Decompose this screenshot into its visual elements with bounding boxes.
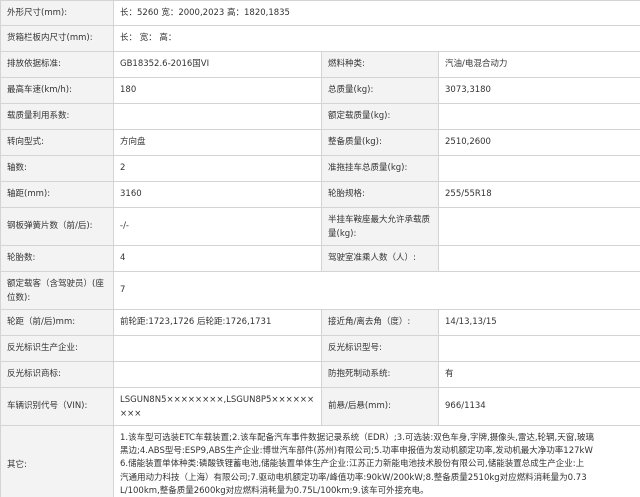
value-max-speed: 180 <box>113 77 322 104</box>
value-saddle-load <box>437 207 640 246</box>
label-reflect-company: 反光标识生产企业: <box>0 335 114 362</box>
row-reflect-brand: 反光标识商标: 防抱死制动系统: 有 <box>0 361 640 388</box>
row-outer-size: 外形尺寸(mm): 长：5260 宽：2000,2023 高：1820,1835 <box>0 0 640 26</box>
value-wheelbase: 3160 <box>113 181 322 208</box>
label-axles: 轴数: <box>0 155 114 182</box>
value-other: 1.该车型可选装ETC车载装置;2.该车配备汽车事件数据记录系统（EDR）;3.… <box>112 425 640 497</box>
row-max-speed: 最高车速(km/h): 180 总质量(kg): 3073,3180 <box>0 77 640 104</box>
label-curb-mass: 整备质量(kg): <box>321 129 439 156</box>
other-line-1: 1.该车型可选装ETC车载装置;2.该车配备汽车事件数据记录系统（EDR）;3.… <box>120 432 594 443</box>
row-tires: 轮胎数: 4 驾驶室准乘人数（人）: <box>0 245 640 272</box>
other-line-2: 黑边;4.ABS型号:ESP9,ABS生产企业:博世汽车部件(苏州)有限公司;5… <box>120 446 593 457</box>
value-approach-angle: 14/13,13/15 <box>437 309 640 336</box>
value-curb-mass: 2510,2600 <box>437 129 640 156</box>
value-trailer-mass <box>437 155 640 182</box>
label-load-util: 载质量利用系数: <box>0 103 114 130</box>
label-trailer-mass: 准拖挂车总质量(kg): <box>321 155 439 182</box>
row-emission: 排放依据标准: GB18352.6-2016国VI 燃料种类: 汽油/电混合动力 <box>0 51 640 78</box>
value-rated-load <box>437 103 640 130</box>
other-line-5: L/100km,整备质量2600kg对应燃料消耗量为0.75L/100km;9.… <box>120 485 429 496</box>
value-steering: 方向盘 <box>113 129 322 156</box>
vehicle-spec-sheet: 外形尺寸(mm): 长：5260 宽：2000,2023 高：1820,1835… <box>0 0 640 497</box>
value-tire-spec: 255/55R18 <box>437 181 640 208</box>
row-wheelbase: 轴距(mm): 3160 轮胎规格: 255/55R18 <box>0 181 640 208</box>
label-tire-count: 轮胎数: <box>0 245 114 272</box>
label-reflect-model: 反光标识型号: <box>321 335 439 362</box>
value-rated-passengers: 7 <box>112 271 640 310</box>
row-steering: 转向型式: 方向盘 整备质量(kg): 2510,2600 <box>0 129 640 156</box>
row-load-util: 载质量利用系数: 额定载质量(kg): <box>0 103 640 130</box>
label-tire-spec: 轮胎规格: <box>321 181 439 208</box>
value-vin: LSGUN8N5××××××××,LSGUN8P5××××××××× <box>113 387 322 426</box>
value-overhang: 966/1134 <box>437 387 640 426</box>
value-axles: 2 <box>113 155 322 182</box>
spec-table: 外形尺寸(mm): 长：5260 宽：2000,2023 高：1820,1835… <box>0 0 640 497</box>
label-approach-angle: 接近角/离去角（度）: <box>321 309 439 336</box>
value-tire-count: 4 <box>113 245 322 272</box>
row-seats: 额定载客（含驾驶员）(座位数): 7 <box>0 271 640 310</box>
value-reflect-model <box>437 335 640 362</box>
label-max-speed: 最高车速(km/h): <box>0 77 114 104</box>
value-reflect-brand <box>113 361 322 388</box>
value-cab-seats <box>437 245 640 272</box>
row-axles: 轴数: 2 准拖挂车总质量(kg): <box>0 155 640 182</box>
other-line-4: 汽通用动力科技（上海）有限公司;7.驱动电机额定功率/峰值功率:90kW/200… <box>120 472 587 483</box>
label-rated-passengers: 额定载客（含驾驶员）(座位数): <box>0 271 114 310</box>
row-other: 其它: 1.该车型可选装ETC车载装置;2.该车配备汽车事件数据记录系统（EDR… <box>0 425 640 497</box>
row-reflect-company: 反光标识生产企业: 反光标识型号: <box>0 335 640 362</box>
label-vin: 车辆识别代号（VIN): <box>0 387 114 426</box>
label-gross-mass: 总质量(kg): <box>321 77 439 104</box>
label-wheelbase: 轴距(mm): <box>0 181 114 208</box>
label-cargo-size: 货箱栏板内尺寸(mm): <box>0 25 114 52</box>
value-cargo-size: 长： 宽： 高： <box>112 25 640 52</box>
label-cab-seats: 驾驶室准乘人数（人）: <box>321 245 439 272</box>
value-leaf-spring: -/- <box>113 207 322 246</box>
label-abs: 防抱死制动系统: <box>321 361 439 388</box>
row-vin: 车辆识别代号（VIN): LSGUN8N5××××××××,LSGUN8P5××… <box>0 387 640 426</box>
value-emission: GB18352.6-2016国VI <box>113 51 322 78</box>
label-leaf-spring: 钢板弹簧片数（前/后): <box>0 207 114 246</box>
label-track: 轮距（前/后)mm: <box>0 309 114 336</box>
label-emission: 排放依据标准: <box>0 51 114 78</box>
value-reflect-company <box>113 335 322 362</box>
label-overhang: 前悬/后悬(mm): <box>321 387 439 426</box>
other-line-3: 6.储能装置单体种类:磷酸铁锂蓄电池,储能装置单体生产企业:江苏正力新能电池技术… <box>120 459 585 470</box>
value-abs: 有 <box>437 361 640 388</box>
label-reflect-brand: 反光标识商标: <box>0 361 114 388</box>
row-cargo-size: 货箱栏板内尺寸(mm): 长： 宽： 高： <box>0 25 640 52</box>
value-outer-size: 长：5260 宽：2000,2023 高：1820,1835 <box>112 0 640 26</box>
value-fuel-type: 汽油/电混合动力 <box>437 51 640 78</box>
value-gross-mass: 3073,3180 <box>437 77 640 104</box>
value-load-util <box>113 103 322 130</box>
label-steering: 转向型式: <box>0 129 114 156</box>
row-track: 轮距（前/后)mm: 前轮距:1723,1726 后轮距:1726,1731 接… <box>0 309 640 336</box>
label-saddle-load: 半挂车鞍座最大允许承载质量(kg): <box>321 207 439 246</box>
value-track: 前轮距:1723,1726 后轮距:1726,1731 <box>113 309 322 336</box>
label-fuel-type: 燃料种类: <box>321 51 439 78</box>
label-other: 其它: <box>0 425 114 497</box>
label-rated-load: 额定载质量(kg): <box>321 103 439 130</box>
row-leaf-spring: 钢板弹簧片数（前/后): -/- 半挂车鞍座最大允许承载质量(kg): <box>0 207 640 246</box>
label-outer-size: 外形尺寸(mm): <box>0 0 114 26</box>
